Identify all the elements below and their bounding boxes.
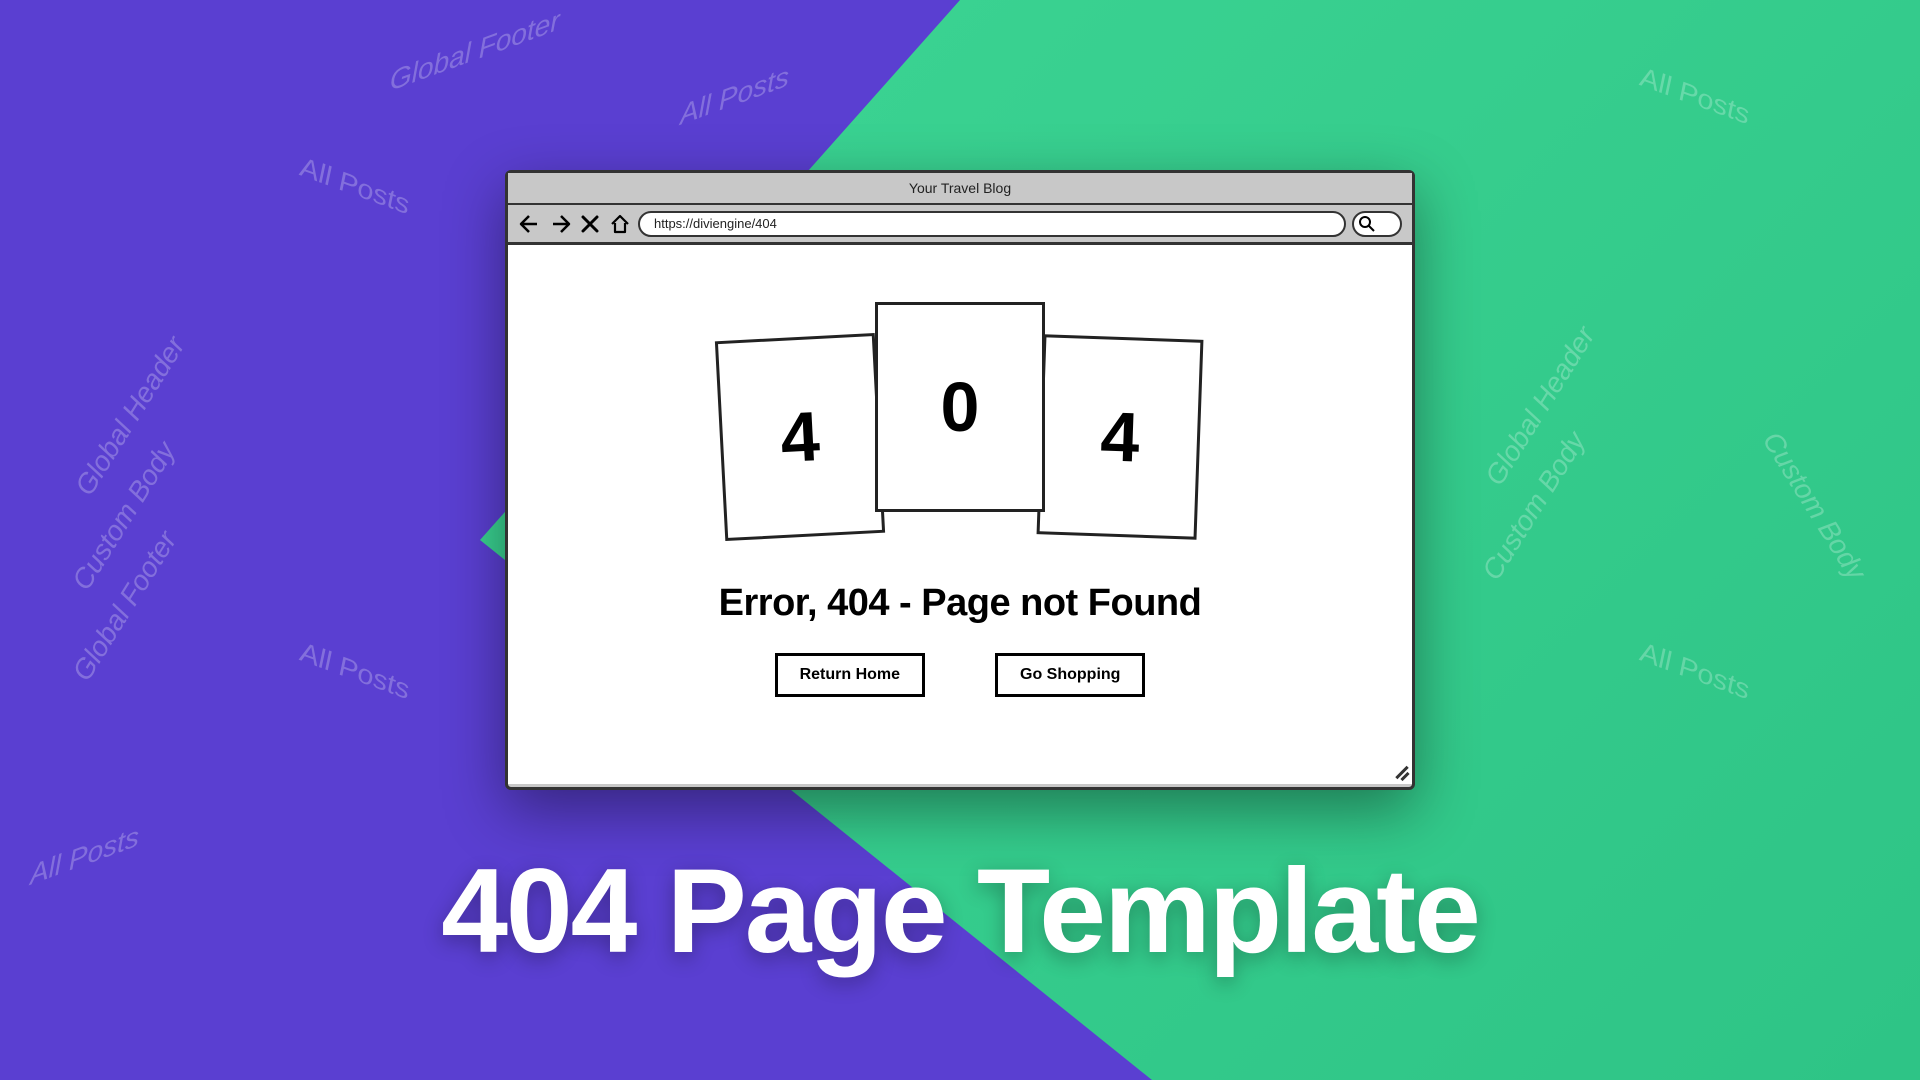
url-bar[interactable]: https://diviengine/404 [638, 211, 1346, 237]
search-pill[interactable] [1352, 211, 1402, 237]
digit-card-left: 4 [715, 333, 885, 541]
forward-icon[interactable] [548, 212, 572, 236]
return-home-button[interactable]: Return Home [775, 653, 925, 697]
action-buttons: Return Home Go Shopping [775, 653, 1146, 697]
digit-card-right: 4 [1037, 334, 1204, 539]
error-message: Error, 404 - Page not Found [719, 582, 1202, 625]
browser-window: Your Travel Blog https://diviengine/404 … [505, 170, 1415, 790]
browser-title: Your Travel Blog [909, 180, 1011, 196]
back-icon[interactable] [518, 212, 542, 236]
error-cards: 4 0 4 [720, 302, 1200, 542]
search-icon [1358, 215, 1376, 233]
browser-title-bar: Your Travel Blog [508, 173, 1412, 205]
browser-toolbar: https://diviengine/404 [508, 205, 1412, 245]
home-icon[interactable] [608, 212, 632, 236]
go-shopping-button[interactable]: Go Shopping [995, 653, 1145, 697]
browser-content: 4 0 4 Error, 404 - Page not Found Return… [508, 245, 1412, 784]
resize-grip-icon[interactable] [1390, 762, 1408, 780]
page-headline: 404 Page Template [441, 842, 1479, 980]
url-text: https://diviengine/404 [654, 216, 777, 231]
digit-card-center: 0 [875, 302, 1045, 512]
stop-icon[interactable] [578, 212, 602, 236]
